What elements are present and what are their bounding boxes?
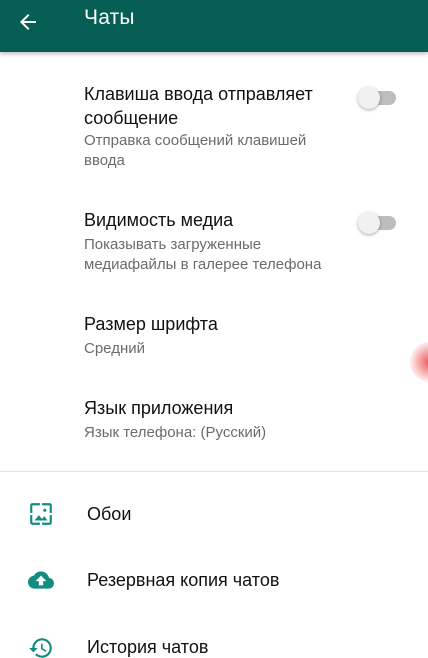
toggle-thumb	[358, 212, 380, 234]
setting-app-language[interactable]: Язык приложения Язык телефона: (Русский)	[0, 374, 428, 471]
setting-title: Язык приложения	[84, 398, 234, 418]
setting-title: Размер шрифта	[84, 314, 218, 334]
arrow-back-icon	[20, 14, 36, 30]
page-title: Чаты	[84, 6, 135, 29]
wallpaper-icon	[30, 503, 52, 525]
setting-summary: Показывать загруженные медиафайлы в гале…	[84, 236, 322, 273]
settings-list: Клавиша ввода отправляет сообщение Отпра…	[0, 52, 428, 658]
setting-enter-key-sends[interactable]: Клавиша ввода отправляет сообщение Отпра…	[0, 52, 428, 182]
media-visibility-toggle[interactable]	[358, 212, 398, 234]
setting-font-size[interactable]: Размер шрифта Средний	[0, 290, 428, 374]
toggle-thumb	[358, 87, 380, 109]
back-button[interactable]	[10, 4, 46, 40]
setting-title: Видимость медиа	[84, 210, 234, 230]
chat-history-item[interactable]: История чатов	[0, 617, 428, 658]
setting-summary: Отправка сообщений клавишей ввода	[84, 132, 307, 169]
history-icon	[29, 638, 52, 658]
item-label: Резервная копия чатов	[87, 570, 280, 590]
setting-summary: Средний	[84, 340, 145, 357]
setting-title: Клавиша ввода отправляет сообщение	[84, 84, 313, 128]
item-label: Обои	[87, 504, 132, 524]
chat-backup-item[interactable]: Резервная копия чатов	[0, 550, 428, 610]
section-divider	[0, 471, 428, 472]
setting-summary: Язык телефона: (Русский)	[84, 424, 267, 441]
item-label: История чатов	[87, 637, 209, 657]
cloud-upload-icon	[28, 571, 54, 589]
setting-media-visibility[interactable]: Видимость медиа Показывать загруженные м…	[0, 182, 428, 290]
enter-key-toggle[interactable]	[358, 87, 398, 109]
wallpaper-item[interactable]: Обои	[0, 484, 428, 544]
app-bar: Чаты	[0, 0, 428, 52]
